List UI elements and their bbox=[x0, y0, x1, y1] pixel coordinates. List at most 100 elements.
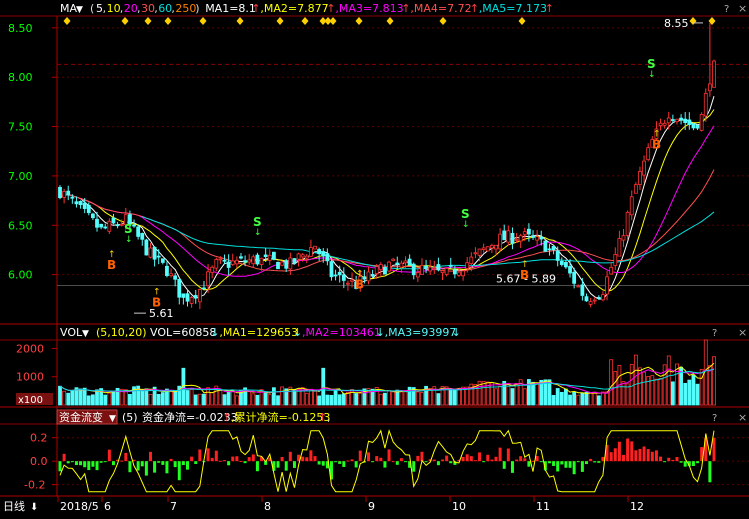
volume-bar[interactable] bbox=[699, 368, 704, 406]
flow-bar[interactable] bbox=[420, 451, 424, 462]
candle-up[interactable] bbox=[662, 122, 667, 126]
candle-up[interactable] bbox=[473, 252, 478, 255]
candle-up[interactable] bbox=[592, 299, 597, 302]
flow-bar[interactable] bbox=[194, 461, 198, 464]
flow-bar[interactable] bbox=[515, 459, 519, 462]
volume-bar[interactable] bbox=[202, 393, 206, 406]
volume-bar[interactable] bbox=[457, 389, 461, 406]
volume-bar[interactable] bbox=[658, 377, 663, 406]
flow-bar[interactable] bbox=[539, 461, 543, 463]
volume-bar[interactable] bbox=[309, 388, 313, 406]
volume-bar[interactable] bbox=[140, 389, 145, 406]
flow-bar[interactable] bbox=[235, 456, 239, 462]
vol-dropdown-icon[interactable]: ▼ bbox=[82, 329, 89, 339]
flow-bar[interactable] bbox=[482, 461, 486, 463]
volume-bar[interactable] bbox=[156, 393, 161, 406]
flow-bar[interactable] bbox=[239, 460, 243, 462]
flow-bar[interactable] bbox=[111, 461, 115, 466]
flow-bar[interactable] bbox=[527, 461, 531, 467]
candle-down[interactable] bbox=[407, 258, 412, 266]
candle-down[interactable] bbox=[86, 204, 91, 214]
candle-up[interactable] bbox=[309, 247, 313, 257]
flow-bar[interactable] bbox=[107, 449, 111, 462]
price-close-icon[interactable]: × bbox=[738, 2, 747, 15]
candle-down[interactable] bbox=[317, 249, 322, 255]
volume-bar[interactable] bbox=[428, 388, 433, 406]
volume-bar[interactable] bbox=[234, 395, 239, 406]
candle-down[interactable] bbox=[424, 265, 428, 269]
flow-bar[interactable] bbox=[313, 456, 317, 462]
flow-bar[interactable] bbox=[560, 461, 564, 465]
flow-bar[interactable] bbox=[626, 438, 630, 462]
volume-bar[interactable] bbox=[691, 374, 696, 406]
candle-down[interactable] bbox=[132, 224, 136, 227]
candle-up[interactable] bbox=[62, 191, 67, 198]
flow-bar[interactable] bbox=[334, 461, 338, 463]
candle-up[interactable] bbox=[189, 297, 194, 304]
volume-bar[interactable] bbox=[502, 380, 507, 406]
volume-bar[interactable] bbox=[588, 392, 593, 406]
flow-bar[interactable] bbox=[342, 461, 346, 467]
volume-bar[interactable] bbox=[78, 388, 83, 406]
flow-bar[interactable] bbox=[383, 461, 387, 468]
candle-up[interactable] bbox=[469, 256, 474, 265]
candle-down[interactable] bbox=[156, 255, 161, 258]
candle-up[interactable] bbox=[387, 261, 391, 272]
volume-bar[interactable] bbox=[415, 391, 420, 406]
flow-bar[interactable] bbox=[691, 461, 695, 466]
flow-bar[interactable] bbox=[564, 461, 568, 468]
flow-bar[interactable] bbox=[593, 461, 597, 463]
volume-bar[interactable] bbox=[103, 394, 108, 406]
candle-up[interactable] bbox=[707, 83, 712, 92]
candle-down[interactable] bbox=[271, 251, 276, 260]
candle-up[interactable] bbox=[107, 220, 112, 232]
candle-down[interactable] bbox=[193, 295, 198, 299]
candle-up[interactable] bbox=[675, 118, 679, 123]
vol-close-icon[interactable]: × bbox=[738, 326, 747, 339]
flow-bar[interactable] bbox=[210, 457, 214, 462]
flow-bar[interactable] bbox=[223, 460, 227, 462]
candle-down[interactable] bbox=[683, 118, 688, 123]
flow-bar[interactable] bbox=[243, 461, 247, 464]
flow-bar[interactable] bbox=[531, 460, 535, 462]
period-dropdown-icon[interactable]: ⬇ bbox=[30, 502, 38, 513]
candle-up[interactable] bbox=[494, 244, 498, 250]
flow-bar[interactable] bbox=[371, 461, 375, 463]
flow-bar[interactable] bbox=[177, 461, 181, 481]
flow-bar[interactable] bbox=[568, 461, 572, 468]
volume-bar[interactable] bbox=[354, 393, 359, 406]
candle-up[interactable] bbox=[374, 266, 379, 274]
flow-bar[interactable] bbox=[120, 460, 124, 462]
candle-down[interactable] bbox=[580, 284, 585, 296]
flow-bar[interactable] bbox=[58, 461, 62, 472]
volume-bar[interactable] bbox=[346, 391, 350, 406]
volume-bar[interactable] bbox=[107, 392, 112, 406]
volume-bar[interactable] bbox=[313, 390, 317, 406]
flow-bar[interactable] bbox=[671, 459, 675, 462]
volume-bar[interactable] bbox=[576, 394, 581, 406]
volume-bar[interactable] bbox=[452, 389, 457, 406]
candle-up[interactable] bbox=[288, 257, 293, 270]
flow-bar[interactable] bbox=[391, 461, 395, 463]
flow-bar[interactable] bbox=[161, 461, 165, 465]
candle-down[interactable] bbox=[103, 226, 108, 229]
candle-down[interactable] bbox=[136, 226, 141, 237]
candle-up[interactable] bbox=[457, 271, 461, 276]
flow-bar[interactable] bbox=[712, 437, 716, 462]
volume-bar[interactable] bbox=[267, 394, 272, 406]
candle-up[interactable] bbox=[214, 259, 219, 269]
candle-down[interactable] bbox=[91, 213, 95, 219]
flow-bar[interactable] bbox=[103, 461, 107, 463]
candle-up[interactable] bbox=[498, 233, 503, 250]
volume-bar[interactable] bbox=[292, 388, 297, 406]
candle-down[interactable] bbox=[436, 264, 441, 271]
flow-bar[interactable] bbox=[589, 458, 593, 462]
candle-up[interactable] bbox=[485, 246, 490, 252]
ma-dropdown-icon[interactable]: ▼ bbox=[76, 5, 83, 15]
flow-bar[interactable] bbox=[87, 461, 91, 471]
candle-down[interactable] bbox=[140, 233, 145, 240]
candle-down[interactable] bbox=[66, 190, 71, 196]
volume-bar[interactable] bbox=[66, 392, 71, 406]
volume-bar[interactable] bbox=[70, 390, 75, 406]
flow-bar[interactable] bbox=[227, 461, 231, 466]
